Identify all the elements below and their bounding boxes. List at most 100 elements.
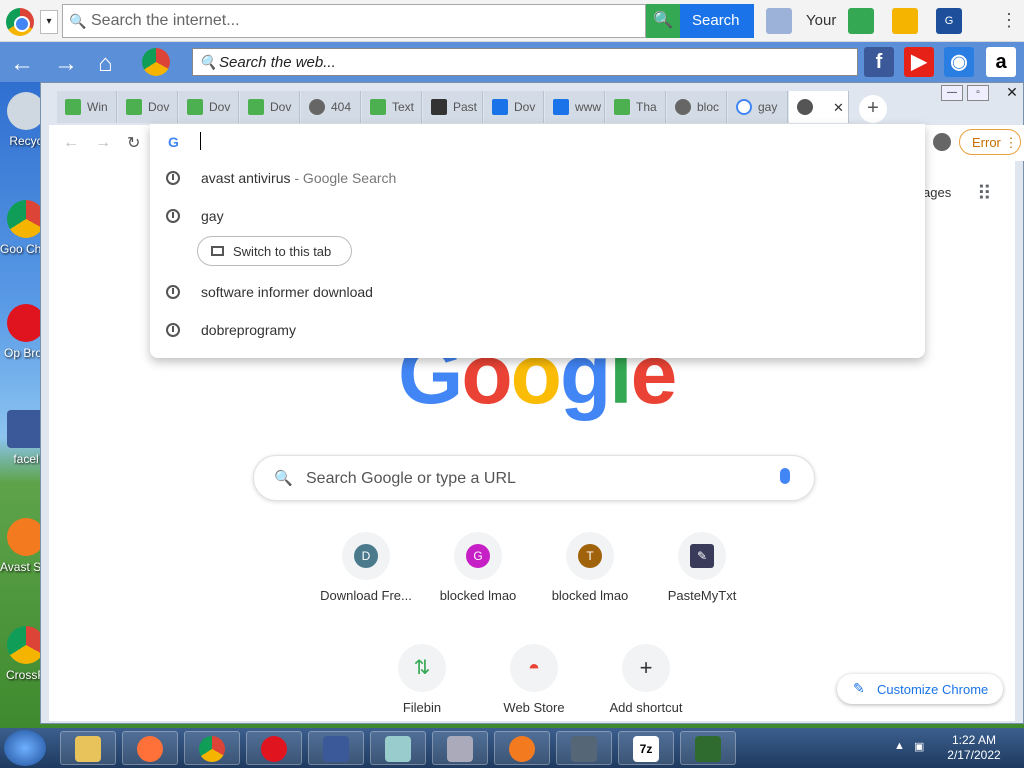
suggestion-suffix: - Google Search — [290, 170, 397, 186]
customize-chrome-button[interactable]: ✎ Customize Chrome — [837, 674, 1003, 704]
switch-to-tab-button[interactable]: Switch to this tab — [197, 236, 352, 266]
news-icon[interactable] — [766, 8, 792, 34]
tab[interactable]: Dov — [118, 91, 178, 123]
chrome-logo-icon[interactable] — [142, 48, 170, 76]
avast-icon — [509, 736, 535, 762]
chrome-logo-icon[interactable] — [6, 8, 34, 36]
add-shortcut-button[interactable]: + Add shortcut — [591, 644, 701, 715]
facebook-icon[interactable]: f — [864, 47, 894, 77]
close-window-button[interactable]: ✕ — [1001, 85, 1023, 101]
web-search-placeholder: Search the web... — [219, 54, 336, 71]
tab[interactable]: www — [545, 91, 605, 123]
microphone-icon[interactable] — [780, 468, 790, 484]
close-tab-icon[interactable]: ✕ — [833, 100, 844, 116]
tab[interactable]: Tha — [606, 91, 666, 123]
tray-arrow-icon[interactable]: ▲ — [894, 740, 905, 752]
suggestion-item[interactable]: gay — [150, 204, 925, 234]
tab[interactable]: Text — [362, 91, 422, 123]
tab[interactable]: 404 — [301, 91, 361, 123]
profile-icon[interactable] — [933, 133, 951, 151]
shortcut-tile[interactable]: ⇅ Filebin — [367, 644, 477, 715]
control-panel-icon — [447, 736, 473, 762]
forward-arrow-icon[interactable]: → — [54, 50, 78, 78]
new-tab-button[interactable]: + — [859, 95, 887, 123]
taskbar-app[interactable] — [308, 731, 364, 765]
desktop-icon-label: Recyc — [9, 134, 43, 148]
opera-icon — [261, 736, 287, 762]
taskbar-app[interactable] — [556, 731, 612, 765]
text-cursor[interactable] — [200, 132, 201, 150]
shortcut-tile[interactable]: D Download Fre... — [311, 532, 421, 603]
tab-label: bloc — [697, 100, 720, 114]
tab-label: Past — [453, 100, 478, 114]
tab[interactable]: Win — [57, 91, 117, 123]
menu-kebab-icon[interactable]: ⋮ — [1000, 10, 1018, 31]
start-button[interactable] — [4, 730, 46, 766]
map-pin-icon[interactable] — [892, 8, 918, 34]
back-arrow-icon[interactable]: ← — [10, 50, 34, 78]
home-icon[interactable]: ⌂ — [98, 50, 113, 78]
games-icon[interactable]: ◉ — [944, 47, 974, 77]
error-label: Error — [972, 135, 1001, 150]
google-search-box[interactable]: 🔍 Search Google or type a URL — [253, 455, 815, 501]
taskbar-app[interactable] — [184, 731, 240, 765]
shortcut-tile[interactable]: Tblocked lmao — [535, 532, 645, 603]
search-icon: 🔍 — [646, 4, 680, 38]
taskbar-app[interactable] — [370, 731, 426, 765]
taskbar-app[interactable] — [60, 731, 116, 765]
suggestion-item[interactable]: avast antivirus - Google Search — [150, 166, 925, 196]
error-badge[interactable]: Error ⋮ — [959, 129, 1021, 155]
network-icon[interactable]: ▣ — [914, 740, 924, 753]
taskbar-app[interactable] — [246, 731, 302, 765]
forward-icon[interactable]: → — [95, 134, 111, 152]
amazon-icon[interactable]: a — [986, 47, 1016, 77]
apps-grid-icon[interactable]: ⠿ — [977, 181, 992, 206]
suggestion-item[interactable]: dobreprogramy — [150, 318, 925, 348]
taskbar-app[interactable] — [122, 731, 178, 765]
tab[interactable]: bloc — [667, 91, 727, 123]
shortcut-tile[interactable]: ✎ PasteMyTxt — [647, 532, 757, 603]
tab-active[interactable]: ✕ — [789, 91, 849, 123]
dropdown-arrow-icon[interactable]: ▾ — [40, 10, 58, 34]
tab[interactable]: Dov — [179, 91, 239, 123]
shortcut-tile[interactable]: Gblocked lmao — [423, 532, 533, 603]
tab[interactable]: Dov — [240, 91, 300, 123]
tab-label: Win — [87, 100, 108, 114]
tab[interactable]: Dov — [484, 91, 544, 123]
back-icon[interactable]: ← — [63, 134, 79, 152]
maximize-button[interactable]: ▫ — [967, 85, 989, 101]
download-icon — [370, 99, 386, 115]
suggestion-text: software informer download — [201, 284, 373, 300]
system-clock[interactable]: 1:22 AM 2/17/2022 — [934, 733, 1014, 763]
history-clock-icon — [166, 323, 180, 337]
internet-search-field[interactable]: 🔍 Search the internet... — [62, 4, 646, 38]
tab[interactable]: Past — [423, 91, 483, 123]
g-icon[interactable]: G — [936, 8, 962, 34]
maps-icon[interactable] — [848, 8, 874, 34]
search-button[interactable]: 🔍 Search — [646, 4, 754, 38]
7zip-icon: 7z — [633, 736, 659, 762]
download-icon — [614, 99, 630, 115]
taskbar-app[interactable]: 7z — [618, 731, 674, 765]
paste-icon: ✎ — [690, 544, 714, 568]
taskbar-app[interactable] — [680, 731, 736, 765]
your-label[interactable]: Your — [806, 12, 836, 29]
reload-icon[interactable]: ↻ — [127, 133, 140, 153]
cannabis-icon — [695, 736, 721, 762]
shortcut-tile[interactable]: ◓ Web Store — [479, 644, 589, 715]
web-search-field[interactable]: 🔍 Search the web... — [192, 48, 858, 76]
shortcut-label: Web Store — [503, 700, 565, 715]
secondary-toolbar: ← → ⌂ 🔍 Search the web... f ▶ ◉ a — [0, 42, 1024, 82]
suggestion-item[interactable]: software informer download — [150, 280, 925, 310]
tab[interactable]: gay — [728, 91, 788, 123]
download-arrow-icon — [492, 99, 508, 115]
youtube-icon[interactable]: ▶ — [904, 47, 934, 77]
search-icon: 🔍 — [199, 54, 217, 70]
taskbar-app[interactable] — [494, 731, 550, 765]
taskbar-app[interactable] — [432, 731, 488, 765]
images-link[interactable]: ages — [923, 185, 951, 200]
shortcut-label: blocked lmao — [551, 588, 629, 603]
menu-kebab-icon: ⋮ — [1004, 135, 1018, 150]
code-icon — [553, 99, 569, 115]
shortcut-icon: G — [466, 544, 490, 568]
